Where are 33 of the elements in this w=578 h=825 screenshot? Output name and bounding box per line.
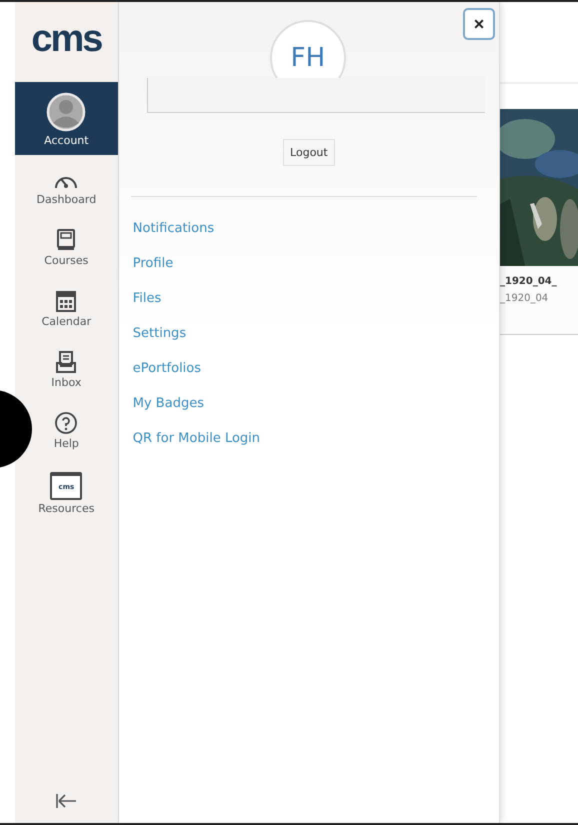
nav-label: Resources xyxy=(38,502,94,515)
nav-item[interactable]: Help xyxy=(36,403,96,456)
menu-link[interactable]: Profile xyxy=(132,256,174,271)
nav-item[interactable]: Courses xyxy=(36,220,96,273)
collapse-icon[interactable] xyxy=(55,793,78,809)
nav-item[interactable]: Calendar xyxy=(36,281,96,334)
menu-link[interactable]: Settings xyxy=(132,326,186,341)
help-icon xyxy=(54,411,78,435)
nav-label: Inbox xyxy=(51,376,82,389)
menu-link[interactable]: Files xyxy=(132,291,162,306)
nav-label: Help xyxy=(54,437,79,450)
menu-link[interactable]: QR for Mobile Login xyxy=(132,431,260,446)
card-title: _1920_04_ xyxy=(500,276,558,287)
book-icon xyxy=(56,228,76,252)
nav-label: Courses xyxy=(44,254,88,267)
nav-label: Dashboard xyxy=(36,193,96,206)
menu-link[interactable]: Notifications xyxy=(132,221,214,236)
menu-link[interactable]: ePortfolios xyxy=(132,361,202,376)
logout-button[interactable]: Logout xyxy=(283,139,335,166)
nav-item[interactable]: Account xyxy=(14,82,118,155)
close-button[interactable]: × xyxy=(463,8,495,40)
nav-item[interactable]: Dashboard xyxy=(36,163,96,212)
nav-label: Calendar xyxy=(42,315,92,328)
inbox-icon xyxy=(55,350,78,374)
input-field[interactable] xyxy=(146,78,485,113)
logo[interactable]: cms xyxy=(31,2,102,82)
avatar-icon xyxy=(46,92,86,132)
nav-label: Account xyxy=(44,134,89,147)
card[interactable]: _1920_04_ _1920_04 xyxy=(500,109,578,335)
menu-link[interactable]: My Badges xyxy=(132,396,204,411)
nav-item[interactable]: Inbox xyxy=(36,342,96,395)
card-subtitle: _1920_04 xyxy=(500,293,550,304)
calendar-icon xyxy=(55,289,78,313)
